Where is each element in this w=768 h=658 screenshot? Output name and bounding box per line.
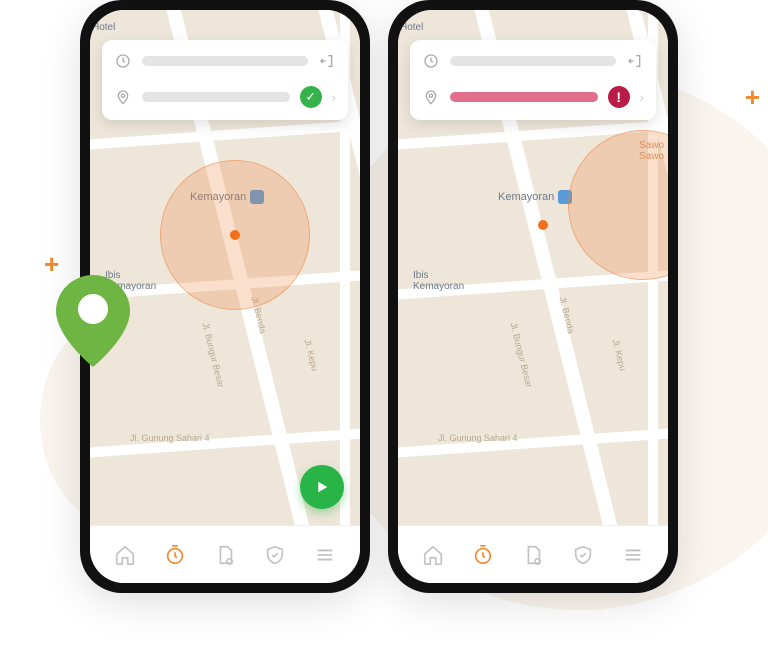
poi-label: Hotel xyxy=(92,22,115,33)
location-row[interactable]: ✓ › xyxy=(102,78,348,116)
map-view[interactable]: Jl. Bungur Besar Sepur 3 Jl. Benda Jl. B… xyxy=(90,10,360,525)
header-card: ✓ › xyxy=(102,40,348,120)
road-label: Jl. Gunung Sahari 4 xyxy=(130,433,210,443)
nav-menu[interactable] xyxy=(618,540,648,570)
road-label: Jl. Bungur Besar xyxy=(508,322,534,389)
bottom-nav xyxy=(90,525,360,583)
time-row[interactable] xyxy=(102,44,348,78)
poi-label: Kemayoran xyxy=(498,190,572,204)
pin-icon xyxy=(422,88,440,106)
nav-timer[interactable] xyxy=(160,540,190,570)
nav-shield[interactable] xyxy=(568,540,598,570)
nav-home[interactable] xyxy=(110,540,140,570)
phone-mockup-right: Jl. Bungur Besar Sepur 3 Jl. Benda Jl. B… xyxy=(388,0,678,593)
bottom-nav xyxy=(398,525,668,583)
header-card: ! › xyxy=(410,40,656,120)
clock-icon xyxy=(422,52,440,70)
nav-timer[interactable] xyxy=(468,540,498,570)
road-label: Jl. Kepu xyxy=(610,338,628,372)
status-ok-icon: ✓ xyxy=(300,86,322,108)
status-error-icon: ! xyxy=(608,86,630,108)
nav-shield[interactable] xyxy=(260,540,290,570)
clock-icon xyxy=(114,52,132,70)
poi-label: Ibis Kemayoran xyxy=(413,270,464,292)
nav-report[interactable] xyxy=(518,540,548,570)
location-placeholder xyxy=(450,92,598,102)
time-placeholder xyxy=(450,56,616,66)
play-button[interactable] xyxy=(300,465,344,509)
road-label: Jl. Bungur Besar xyxy=(200,322,226,389)
nav-menu[interactable] xyxy=(310,540,340,570)
chevron-right-icon: › xyxy=(332,90,336,105)
poi-label: Hotel xyxy=(400,22,423,33)
location-pin-icon xyxy=(56,275,130,372)
user-location-dot xyxy=(230,230,240,240)
road-label: Jl. Kepu xyxy=(302,338,320,372)
nav-home[interactable] xyxy=(418,540,448,570)
pin-icon xyxy=(114,88,132,106)
time-placeholder xyxy=(142,56,308,66)
road-label: Jl. Gunung Sahari 4 xyxy=(438,433,518,443)
map-view[interactable]: Jl. Bungur Besar Sepur 3 Jl. Benda Jl. B… xyxy=(398,10,668,525)
user-location-dot xyxy=(538,220,548,230)
plus-decoration-icon: + xyxy=(745,82,760,113)
geofence-circle xyxy=(568,130,668,280)
logout-icon[interactable] xyxy=(318,52,336,70)
location-placeholder xyxy=(142,92,290,102)
time-row[interactable] xyxy=(410,44,656,78)
logout-icon[interactable] xyxy=(626,52,644,70)
chevron-right-icon: › xyxy=(640,90,644,105)
nav-report[interactable] xyxy=(210,540,240,570)
location-row[interactable]: ! › xyxy=(410,78,656,116)
